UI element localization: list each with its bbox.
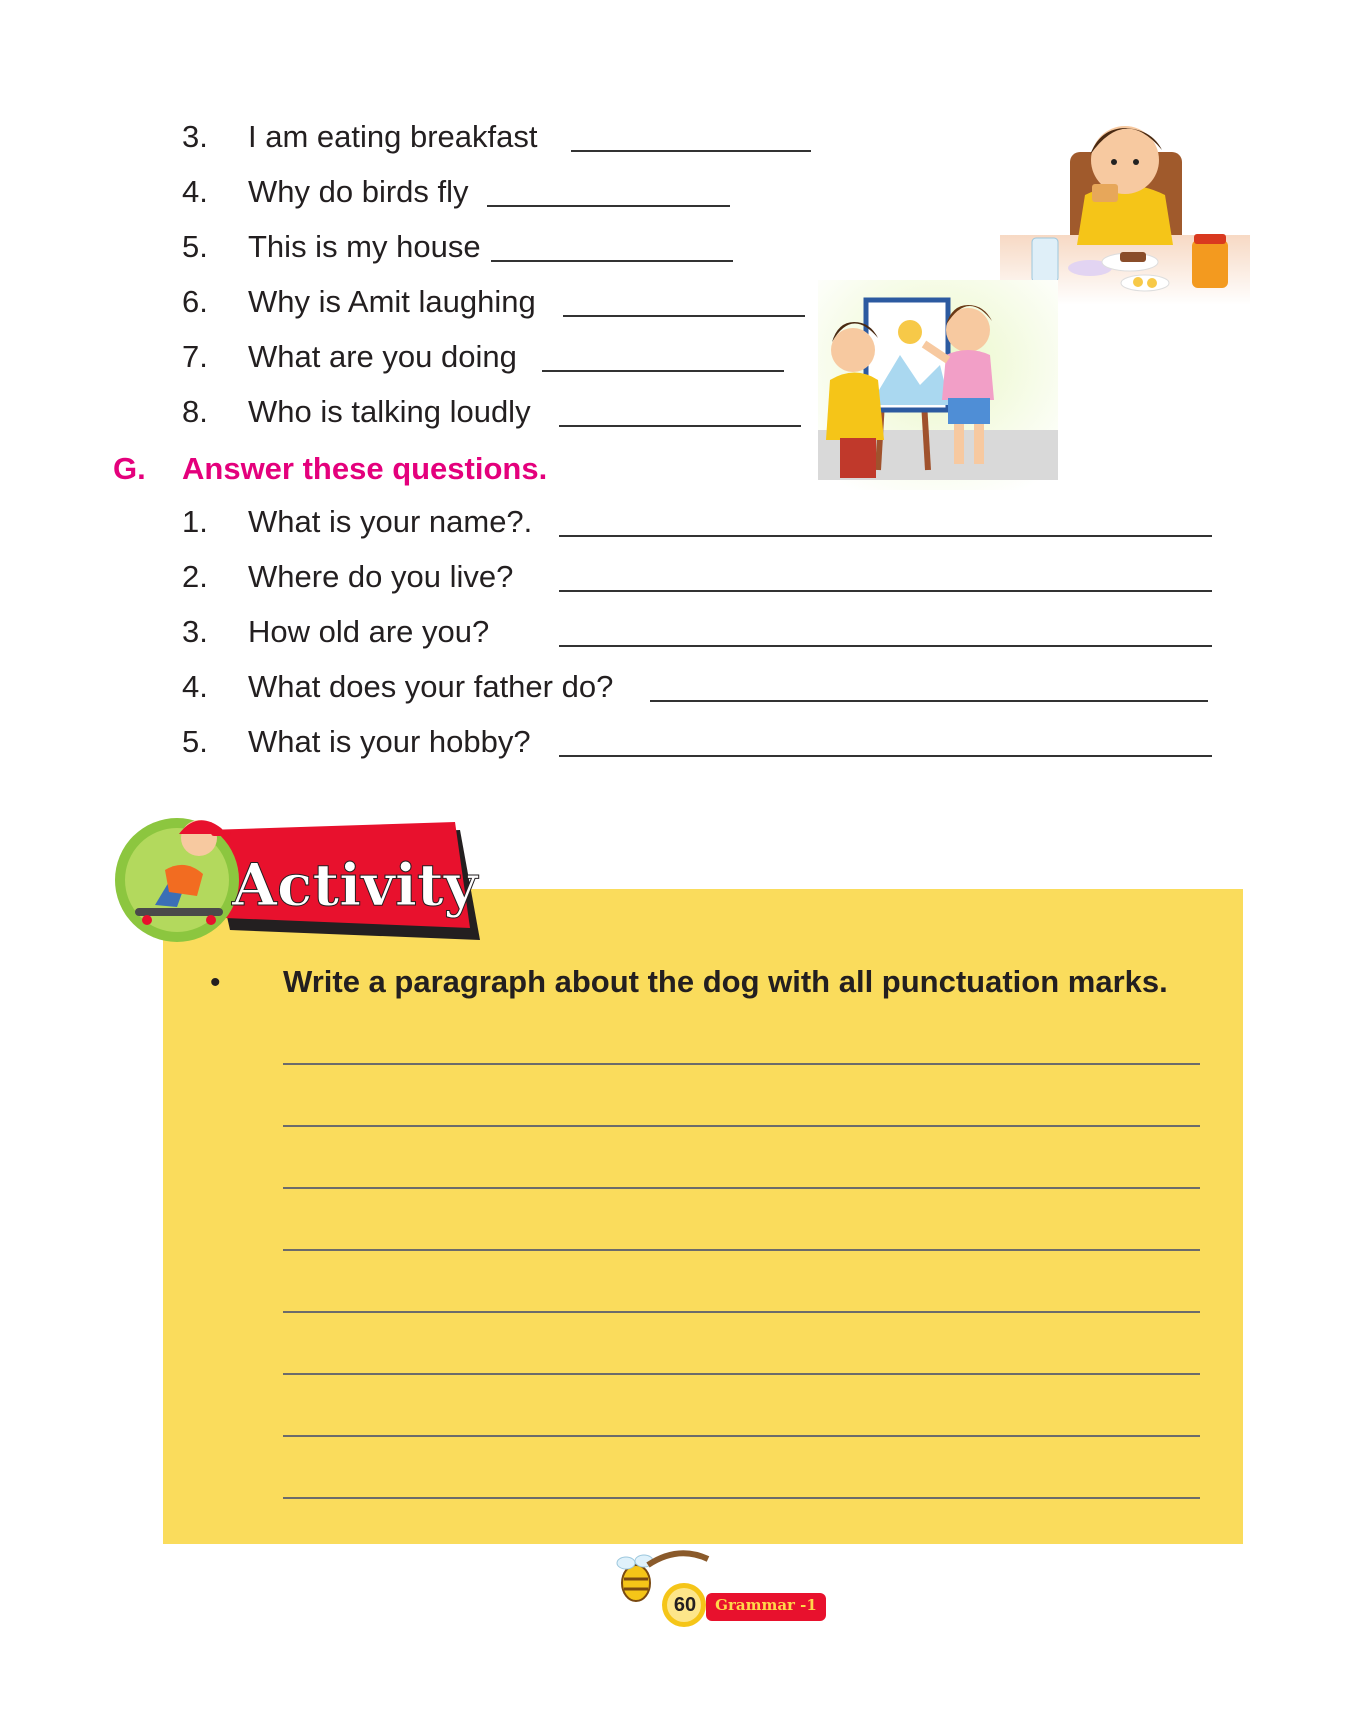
question-number: 2.	[182, 559, 208, 594]
question-text: How old are you?	[248, 614, 490, 649]
question-text: Why is Amit laughing	[248, 284, 536, 319]
answer-blank[interactable]	[559, 590, 1212, 592]
question-number: 6.	[182, 284, 208, 319]
question-text: I am eating breakfast	[248, 119, 538, 154]
question-number: 5.	[182, 229, 208, 264]
kids-painting-illustration	[818, 280, 1058, 490]
question-text: Why do birds fly	[248, 174, 469, 209]
writing-line[interactable]	[283, 1435, 1200, 1437]
writing-line[interactable]	[283, 1125, 1200, 1127]
question-number: 4.	[182, 174, 208, 209]
writing-line[interactable]	[283, 1311, 1200, 1313]
activity-instruction: Write a paragraph about the dog with all…	[283, 964, 1168, 999]
exercise-label: G.	[113, 451, 146, 486]
answer-blank[interactable]	[559, 645, 1212, 647]
activity-title: Activity	[231, 851, 480, 919]
writing-line[interactable]	[283, 1373, 1200, 1375]
writing-line[interactable]	[283, 1497, 1200, 1499]
question-text: This is my house	[248, 229, 481, 264]
question-text: What is your name?.	[248, 504, 533, 539]
bullet: •	[210, 966, 221, 999]
question-text: Who is talking loudly	[248, 394, 531, 429]
question-number: 7.	[182, 339, 208, 374]
answer-blank[interactable]	[563, 315, 805, 317]
question-number: 8.	[182, 394, 208, 429]
answer-blank[interactable]	[559, 755, 1212, 757]
exercise-heading: Answer these questions.	[182, 451, 548, 486]
answer-blank[interactable]	[542, 370, 784, 372]
answer-blank[interactable]	[491, 260, 733, 262]
question-number: 5.	[182, 724, 208, 759]
writing-line[interactable]	[283, 1063, 1200, 1065]
boy-eating-breakfast-illustration	[1000, 126, 1250, 305]
answer-blank[interactable]	[487, 205, 730, 207]
question-number: 3.	[182, 614, 208, 649]
question-number: 1.	[182, 504, 208, 539]
question-text: Where do you live?	[248, 559, 514, 594]
answer-blank[interactable]	[571, 150, 811, 152]
question-text: What is your hobby?	[248, 724, 531, 759]
answer-blank[interactable]	[559, 425, 801, 427]
question-number: 3.	[182, 119, 208, 154]
book-title: Grammar -1	[715, 1596, 817, 1614]
question-number: 4.	[182, 669, 208, 704]
answer-blank[interactable]	[559, 535, 1212, 537]
answer-blank[interactable]	[650, 700, 1208, 702]
question-text: What are you doing	[248, 339, 517, 374]
question-text: What does your father do?	[248, 669, 614, 704]
activity-banner: Activity	[115, 818, 480, 942]
page-number: 60	[673, 1594, 697, 1616]
writing-line[interactable]	[283, 1187, 1200, 1189]
writing-line[interactable]	[283, 1249, 1200, 1251]
